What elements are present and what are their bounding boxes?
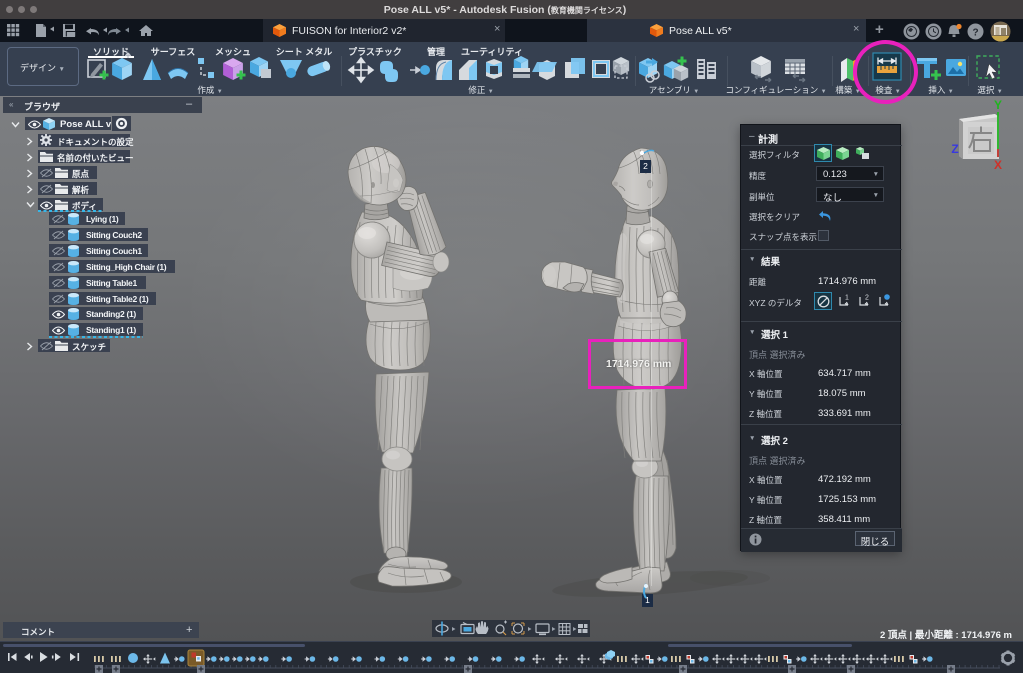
svg-text:2: 2 xyxy=(865,295,869,302)
svg-text:1: 1 xyxy=(845,295,849,302)
svg-text:Y: Y xyxy=(994,98,1002,112)
svg-text:Z: Z xyxy=(951,142,958,156)
svg-text:?: ? xyxy=(972,27,978,38)
svg-text:X: X xyxy=(994,158,1002,172)
